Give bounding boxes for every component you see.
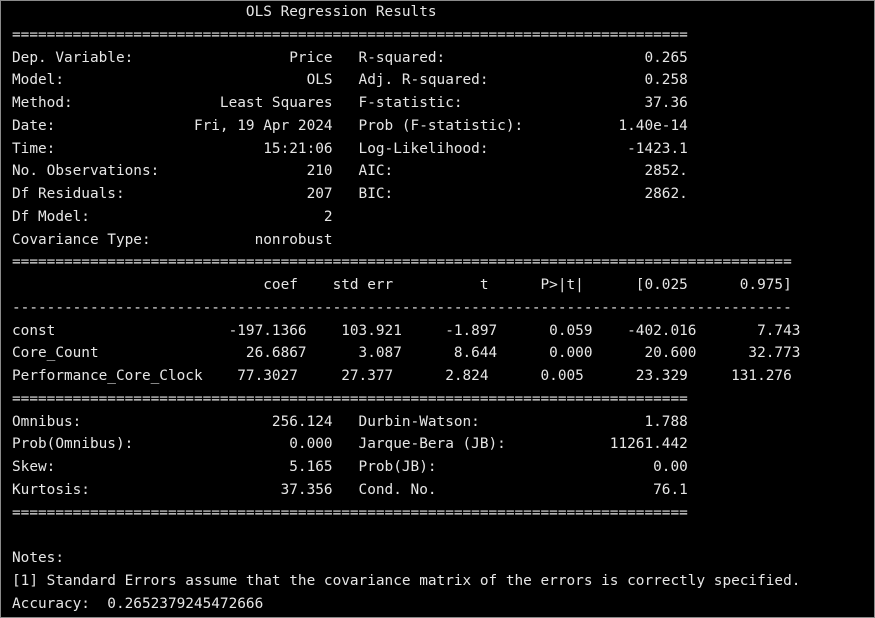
title-line: OLS Regression Results: [12, 4, 680, 20]
diagnostic-row: Prob(Omnibus): 0.000 Jarque-Bera (JB): 1…: [12, 436, 688, 453]
dash-separator-line: ----------------------------------------…: [12, 299, 792, 316]
summary-row: Date: Fri, 19 Apr 2024 Prob (F-statistic…: [12, 117, 688, 134]
separator-line: ========================================…: [12, 390, 688, 407]
diagnostic-row: Kurtosis: 37.356 Cond. No. 76.1: [12, 481, 688, 498]
summary-row: Df Residuals: 207 BIC: 2862.: [12, 186, 688, 202]
summary-row: Dep. Variable: Price R-squared: 0.265: [12, 49, 688, 66]
separator-line: ========================================…: [12, 504, 688, 521]
summary-row: Method: Least Squares F-statistic: 37.36: [12, 95, 688, 111]
accuracy-line: Accuracy: 0.2652379245472666: [12, 595, 264, 612]
separator-line: ========================================…: [12, 254, 792, 271]
coef-row: Core_Count 26.6867 3.087 8.644 0.000 20.…: [12, 345, 801, 362]
notes-text: [1] Standard Errors assume that the cova…: [12, 572, 801, 589]
separator-line: ========================================…: [12, 26, 688, 43]
coef-row: Performance_Core_Clock 77.3027 27.377 2.…: [12, 368, 792, 384]
summary-row: Df Model: 2: [12, 208, 688, 225]
coef-row: const -197.1366 103.921 -1.897 0.059 -40…: [12, 322, 801, 339]
summary-row: Time: 15:21:06 Log-Likelihood: -1423.1: [12, 140, 688, 157]
terminal-window: OLS Regression Results =================…: [0, 0, 875, 618]
summary-row: Covariance Type: nonrobust: [12, 231, 688, 248]
summary-row: No. Observations: 210 AIC: 2852.: [12, 163, 688, 180]
terminal-output: OLS Regression Results =================…: [12, 1, 800, 615]
diagnostic-row: Omnibus: 256.124 Durbin-Watson: 1.788: [12, 413, 688, 430]
summary-row: Model: OLS Adj. R-squared: 0.258: [12, 72, 688, 89]
diagnostic-row: Skew: 5.165 Prob(JB): 0.00: [12, 459, 688, 475]
notes-heading: Notes:: [12, 550, 64, 566]
coef-header-row: coef std err t P>|t| [0.025 0.975]: [12, 277, 792, 293]
